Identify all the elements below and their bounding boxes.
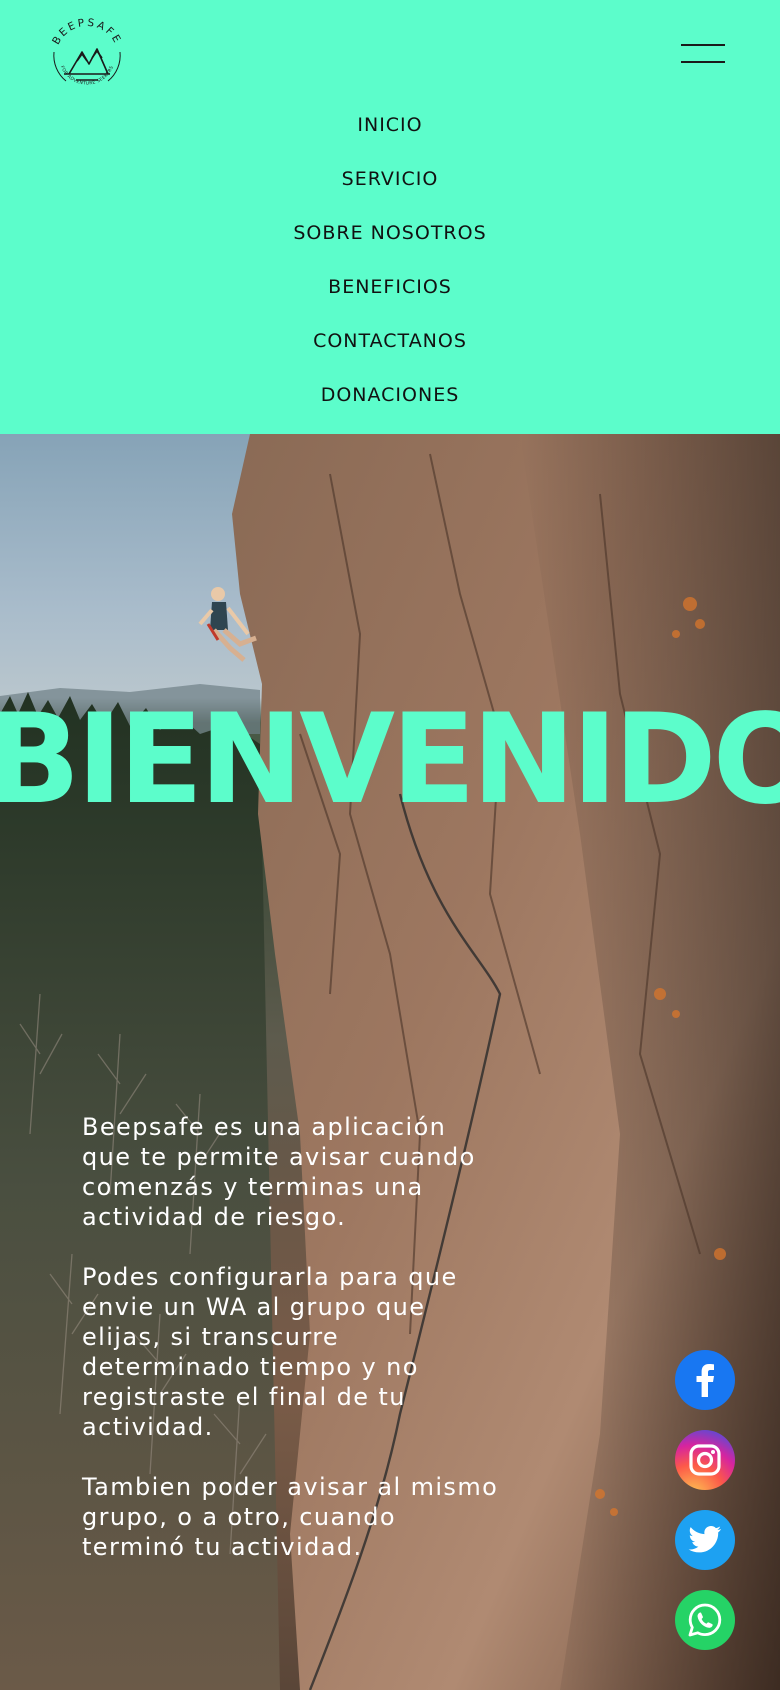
twitter-button[interactable] — [675, 1510, 735, 1570]
hero-paragraph-intro: Beepsafe es una aplicación que te permit… — [82, 1113, 476, 1231]
whatsapp-button[interactable] — [675, 1590, 735, 1650]
nav-item-servicio: SERVICIO — [0, 162, 780, 216]
instagram-button[interactable] — [675, 1430, 735, 1490]
site-header: BEEPSAFE FOR ADVENTURE SEEKERS INICIO SE… — [0, 0, 780, 434]
facebook-icon — [696, 1364, 714, 1397]
twitter-icon — [688, 1525, 721, 1553]
nav-item-sobre-nosotros: SOBRE NOSOTROS — [0, 216, 780, 270]
hero-copy: Beepsafe es una aplicación que te permit… — [82, 1112, 502, 1592]
nav-link-contactanos[interactable]: CONTACTANOS — [313, 324, 467, 358]
menu-bar-top — [681, 44, 725, 46]
brand-logo[interactable]: BEEPSAFE FOR ADVENTURE SEEKERS — [44, 14, 130, 100]
hero-paragraph-finish: Tambien poder avisar al mismo grupo, o a… — [82, 1473, 499, 1561]
nav-link-donaciones[interactable]: DONACIONES — [321, 378, 460, 412]
beepsafe-logo-icon: BEEPSAFE FOR ADVENTURE SEEKERS — [50, 17, 124, 87]
nav-link-inicio[interactable]: INICIO — [357, 108, 422, 142]
main-nav: INICIO SERVICIO SOBRE NOSOTROS BENEFICIO… — [0, 108, 780, 432]
svg-text:FOR ADVENTURE SEEKERS: FOR ADVENTURE SEEKERS — [59, 65, 115, 87]
hero-paragraph-config: Podes configurarla para que envie un WA … — [82, 1263, 458, 1441]
logo-tagline-text: FOR ADVENTURE SEEKERS — [59, 65, 115, 87]
nav-item-donaciones: DONACIONES — [0, 378, 780, 432]
hero-headline: BIENVENIDO — [0, 688, 780, 832]
nav-link-servicio[interactable]: SERVICIO — [342, 162, 439, 196]
menu-bar-bottom — [681, 61, 725, 63]
whatsapp-icon — [688, 1603, 722, 1637]
hero-section: BIENVENIDO Beepsafe es una aplicación qu… — [0, 434, 780, 1690]
nav-item-inicio: INICIO — [0, 108, 780, 162]
nav-item-beneficios: BENEFICIOS — [0, 270, 780, 324]
nav-link-sobre-nosotros[interactable]: SOBRE NOSOTROS — [293, 216, 486, 250]
nav-link-beneficios[interactable]: BENEFICIOS — [328, 270, 452, 304]
svg-text:BEEPSAFE: BEEPSAFE — [50, 17, 124, 47]
hamburger-icon[interactable] — [681, 40, 729, 70]
logo-brand-text: BEEPSAFE — [50, 17, 121, 47]
instagram-icon — [689, 1444, 721, 1476]
facebook-button[interactable] — [675, 1350, 735, 1410]
nav-item-contactanos: CONTACTANOS — [0, 324, 780, 378]
